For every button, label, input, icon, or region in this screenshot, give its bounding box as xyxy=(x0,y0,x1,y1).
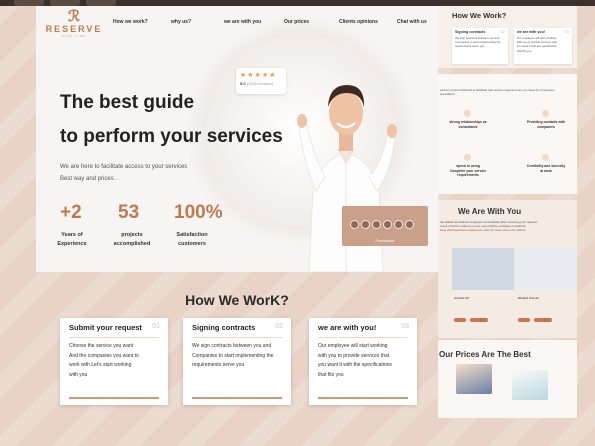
hero-section: ℛ RESERVE SAVE TIME How we work? why us?… xyxy=(36,6,438,272)
avatar xyxy=(361,220,370,229)
hero-subtitle-line2: Best way and prices . xyxy=(60,176,118,182)
employee-button[interactable] xyxy=(454,318,466,322)
feature-relationships: strong relationships as consultants xyxy=(449,120,487,129)
nav-how-we-work[interactable]: How we work? xyxy=(113,19,148,25)
step-title: Signing contracts xyxy=(192,323,256,332)
why-intro: which is [intermediaries] to facilitate … xyxy=(440,88,555,96)
employee-photo xyxy=(452,248,514,290)
avatar xyxy=(350,220,359,229)
rating-reviews: (1000 reviews) xyxy=(246,81,273,86)
price-image[interactable] xyxy=(512,370,548,400)
stat-years-value: +2 xyxy=(60,202,82,223)
step-number: 02 xyxy=(275,323,283,330)
step-card-contracts[interactable]: Signing contracts 02 We sign contracts b… xyxy=(183,318,291,405)
preview-with-you: We Are With You the skilled specialized … xyxy=(438,200,577,338)
logo-mark-icon: ℛ xyxy=(68,8,80,25)
avatar xyxy=(394,220,403,229)
relationship-icon xyxy=(464,110,471,117)
stat-satisfaction-label: Satisfaction customers xyxy=(176,232,208,247)
step-card-submit[interactable]: Submit your request 01 Choose the servic… xyxy=(60,318,168,405)
step-number: 01 xyxy=(152,323,160,330)
employee-button[interactable] xyxy=(470,318,488,322)
how-we-work-title: How We WorK? xyxy=(185,292,289,308)
price-image[interactable] xyxy=(456,364,492,394)
logo-tagline: SAVE TIME xyxy=(61,34,87,38)
feature-speed: speed in using Complete your service req… xyxy=(449,164,487,177)
card-accent-bar xyxy=(192,397,282,399)
stat-projects-value: 53 xyxy=(118,202,140,223)
employee-button[interactable] xyxy=(518,318,530,322)
nav-chat[interactable]: Chat with us xyxy=(397,19,427,25)
employee-photo xyxy=(516,248,577,290)
preview-why-us: which is [intermediaries] to facilitate … xyxy=(438,74,577,194)
stat-satisfaction-value: 100% xyxy=(174,202,223,223)
divider xyxy=(192,337,282,338)
step-title: we are with you! xyxy=(318,323,377,332)
step-number: 03 xyxy=(401,323,409,330)
preview-prices: Our Prices Are The Best xyxy=(438,340,577,418)
nav-prices[interactable]: Our prices xyxy=(284,19,309,25)
divider xyxy=(318,337,408,338)
hero-subtitle-line1: We are here to facilitate access to your… xyxy=(60,164,188,170)
step-title: Submit your request xyxy=(69,323,142,332)
nav-clients-opinions[interactable]: Clients opinions xyxy=(339,19,378,25)
prices-title: Our Prices Are The Best xyxy=(439,350,531,359)
step-card-with-you[interactable]: we are with you! 03 Our employee will st… xyxy=(309,318,417,405)
preview-how-we-work: How We Work? Signing contracts 02 We sig… xyxy=(438,6,577,68)
avatar xyxy=(383,220,392,229)
stat-years-label: Years of Experience xyxy=(57,232,87,247)
feature-credibility: Credibility and sincerity at work xyxy=(526,164,566,173)
card-accent-bar xyxy=(318,397,408,399)
freelancer-label: Freelancer xyxy=(375,238,395,243)
freelancer-card[interactable]: Freelancer xyxy=(342,206,428,246)
logo[interactable]: ℛ RESERVE SAVE TIME xyxy=(45,8,103,38)
rating-badge: ★★★★★ 5.0 (1000 reviews) xyxy=(236,68,286,94)
preview-how-title: How We Work? xyxy=(452,11,507,20)
feature-contacts: Providing contacts with companies xyxy=(526,120,566,129)
preview-card-with-you: we are with you! 03 Our employee will st… xyxy=(514,28,572,64)
avatar xyxy=(405,220,414,229)
speed-icon xyxy=(464,154,471,161)
employee-button[interactable] xyxy=(534,318,552,322)
freelancer-avatars xyxy=(350,220,414,229)
rating-value: 5.0 xyxy=(240,81,246,86)
employee-name: Khaled Yousef xyxy=(518,296,539,300)
hero-title-line2: to perform your services xyxy=(60,126,283,147)
logo-name: RESERVE xyxy=(45,24,103,34)
credibility-icon xyxy=(542,154,549,161)
step-description: Choose the service you want And the compa… xyxy=(69,343,139,378)
rating-stars-icon: ★★★★★ xyxy=(240,72,277,79)
nav-with-you[interactable]: we are with you xyxy=(224,19,261,25)
preview-card-contracts: Signing contracts 02 We sign contracts b… xyxy=(452,28,508,64)
step-description: We sign contracts between you and Compani… xyxy=(192,343,274,368)
contacts-icon xyxy=(542,110,549,117)
divider xyxy=(69,337,159,338)
step-description: Our employee will start working with you … xyxy=(318,343,392,378)
stat-projects-label: projects accomplished xyxy=(113,232,151,247)
card-accent-bar xyxy=(69,397,159,399)
with-you-text: the skilled specialized employee immedia… xyxy=(440,220,537,232)
employee-name: Ammar Ali xyxy=(454,296,469,300)
avatar xyxy=(372,220,381,229)
with-you-title: We Are With You xyxy=(458,207,522,216)
nav-why-us[interactable]: why us? xyxy=(171,19,191,25)
hero-title-line1: The best guide xyxy=(60,92,195,113)
